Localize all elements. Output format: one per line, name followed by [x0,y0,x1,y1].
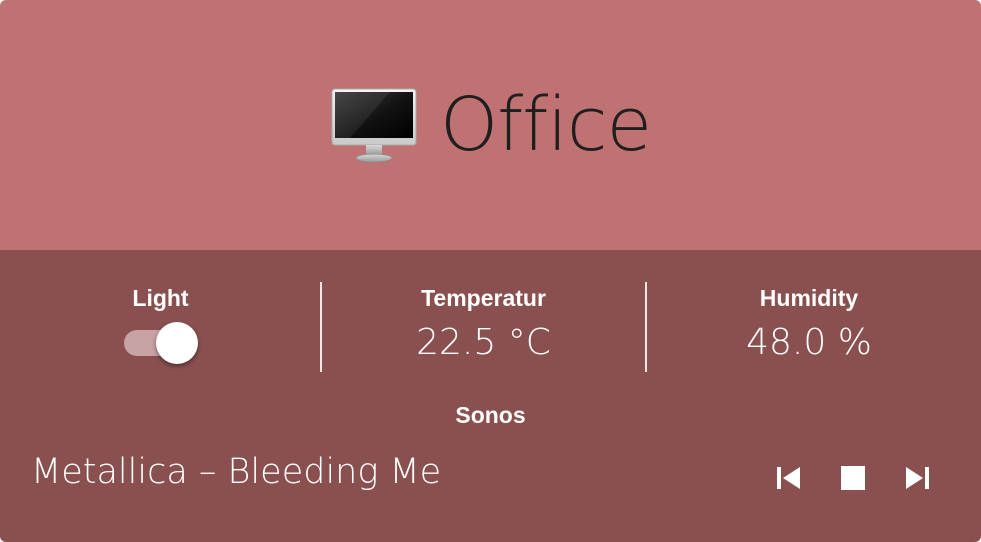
light-label: Light [132,285,189,311]
now-playing-track[interactable]: Metallica – Bleeding Me [31,452,441,492]
desktop-computer-icon [331,88,417,163]
humidity-value[interactable]: 48.0 % [647,316,971,370]
stop-icon [841,466,865,490]
room-card: Office Light Temperatur 22.5 °C Humidity… [0,0,981,542]
temperature-label: Temperatur [421,285,546,311]
humidity-column: Humidity 48.0 % [647,280,971,380]
media-controls [745,458,937,498]
next-button[interactable] [897,458,937,498]
toggle-knob [155,322,198,364]
sonos-label: Sonos [455,402,526,428]
room-title: Office [439,82,652,168]
temperature-value[interactable]: 22.5 °C [322,316,645,370]
light-toggle[interactable] [123,320,198,366]
temperature-column: Temperatur 22.5 °C [322,280,645,380]
card-header: Office [0,0,981,250]
card-body: Light Temperatur 22.5 °C Humidity 48.0 %… [0,250,981,542]
skip-next-icon [906,467,929,489]
stop-button[interactable] [833,458,873,498]
room-title-row: Office [0,70,981,180]
previous-button[interactable] [769,458,809,498]
light-column: Light [0,280,321,380]
skip-previous-icon [777,467,800,489]
humidity-label: Humidity [759,285,859,311]
